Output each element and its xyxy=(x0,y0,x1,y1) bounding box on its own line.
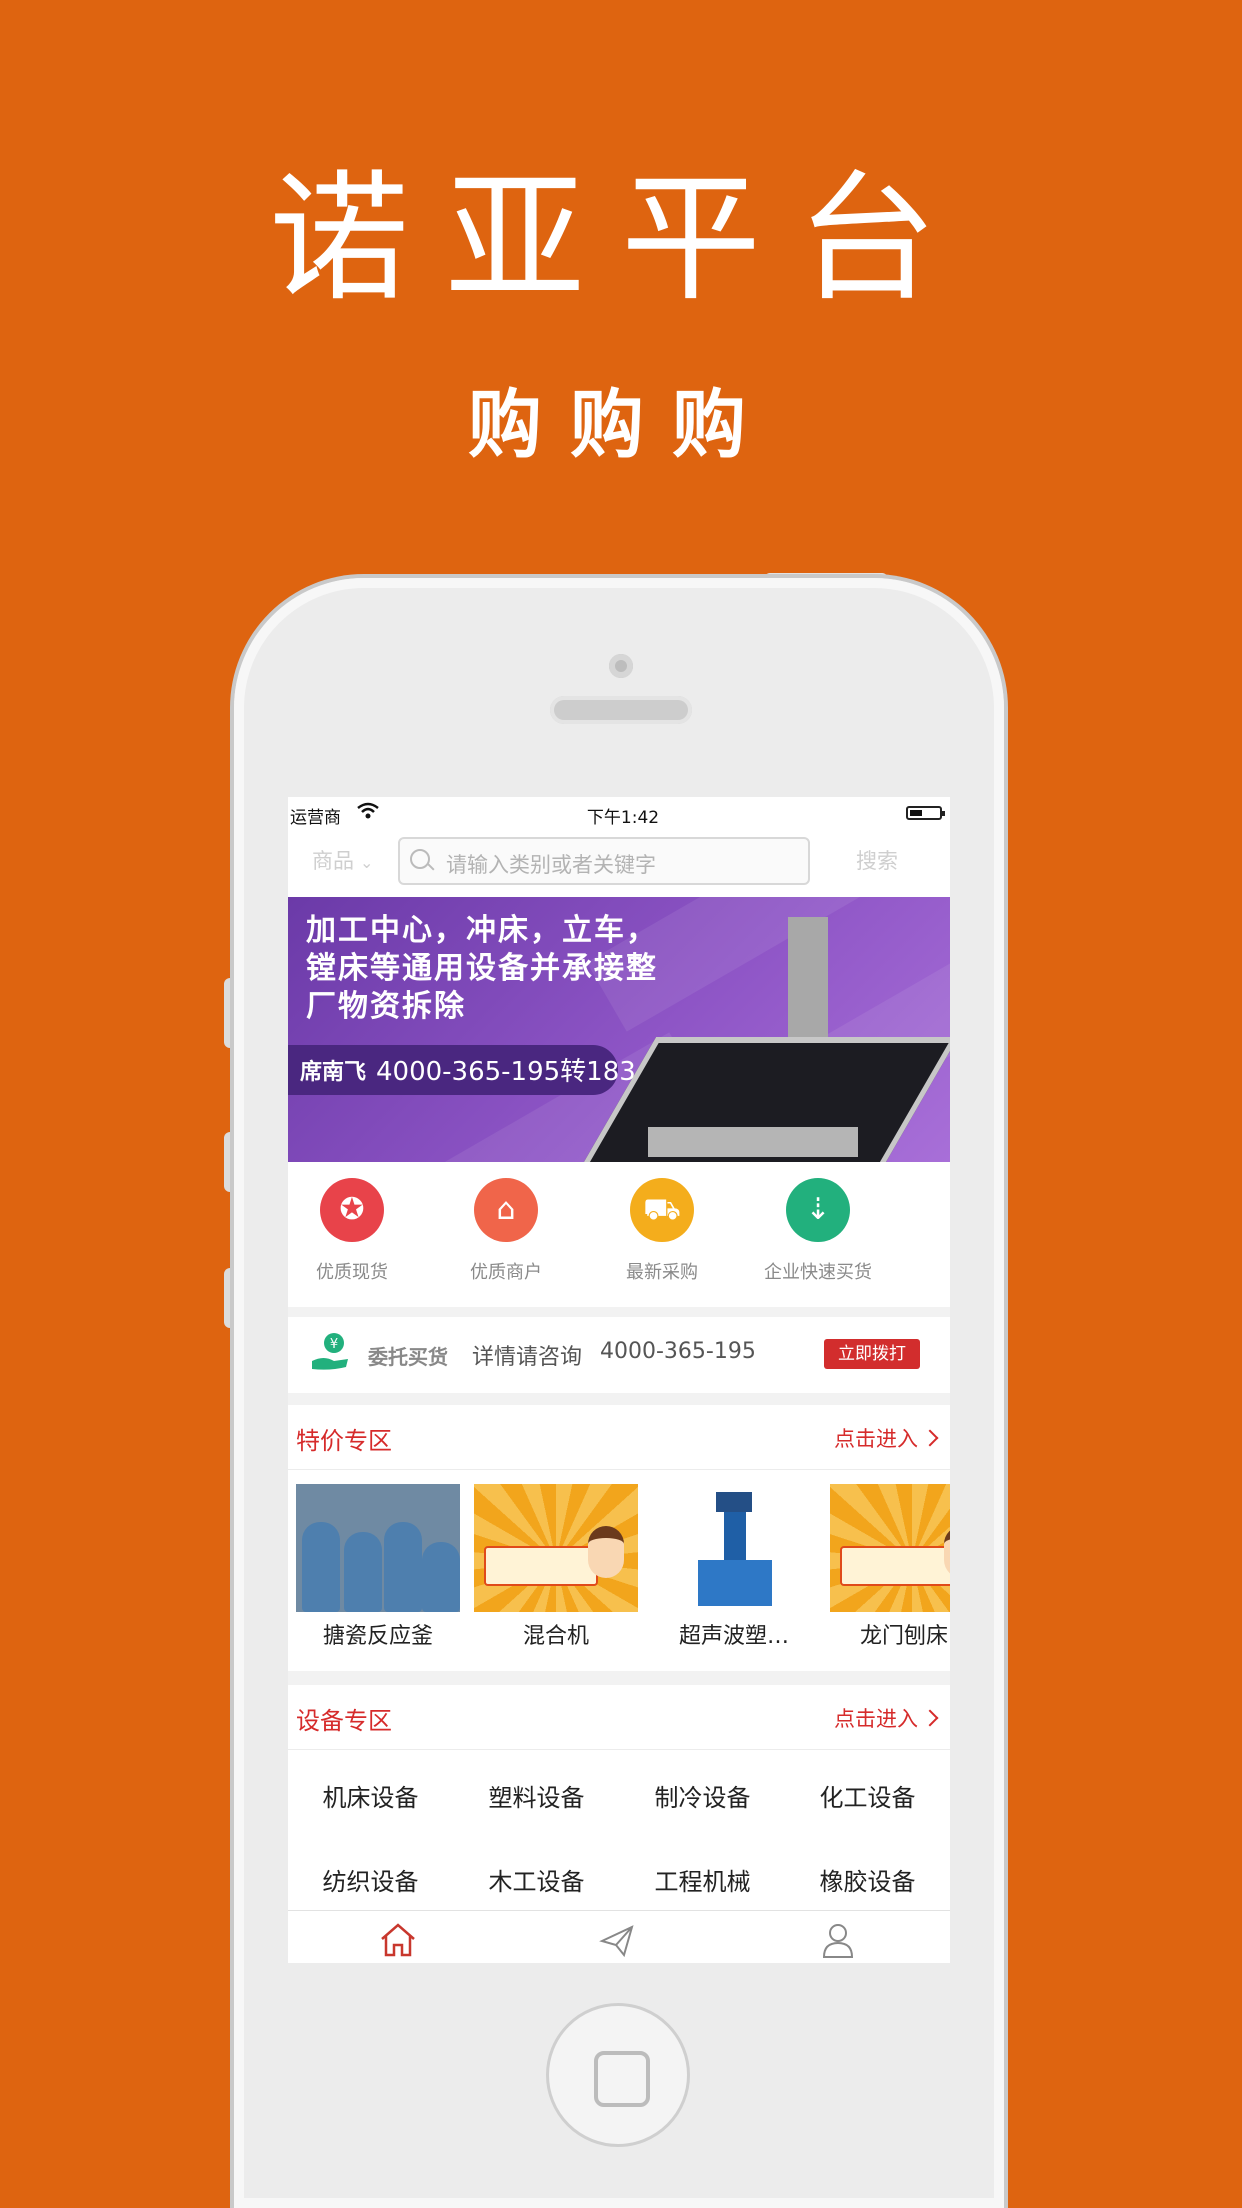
product-card[interactable]: 龙门刨床 xyxy=(830,1484,950,1650)
promo-subtitle: 购购购 xyxy=(468,382,774,468)
send-icon[interactable] xyxy=(588,1919,648,1959)
quick-item-quality-merchant[interactable]: ⌂ 优质商户 xyxy=(436,1178,576,1284)
search-placeholder: 请输入类别或者关键字 xyxy=(446,853,656,877)
category-item[interactable]: 机床设备 xyxy=(288,1778,453,1813)
promo-banner[interactable]: 加工中心，冲床，立车， 镗床等通用设备并承接整 厂物资拆除 席南飞 4000-3… xyxy=(288,897,950,1162)
status-bar: 运营商 下午1:42 xyxy=(288,797,950,829)
quick-item-quality-stock[interactable]: ✪ 优质现货 xyxy=(288,1178,422,1284)
product-name: 混合机 xyxy=(522,1624,589,1649)
banner-contact-label: 席南飞 xyxy=(300,1060,367,1085)
call-now-button[interactable]: 立即拨打 xyxy=(824,1339,920,1369)
equipment-section-title: 设备专区 xyxy=(296,1707,392,1735)
quick-item-enterprise-buy[interactable]: ⇣ 企业快速买货 xyxy=(748,1178,888,1284)
search-category-label: 商品 xyxy=(312,849,354,873)
consult-title: 委托买货 xyxy=(368,1345,448,1369)
category-item[interactable]: 工程机械 xyxy=(620,1862,785,1897)
special-section: 特价专区 点击进入 搪瓷反应釜 混合机 超声波塑… 龙门刨床 xyxy=(288,1405,950,1671)
search-button[interactable]: 搜索 xyxy=(856,845,898,875)
special-section-title: 特价专区 xyxy=(296,1427,392,1455)
chevron-right-icon xyxy=(921,1709,939,1727)
category-item[interactable]: 制冷设备 xyxy=(620,1778,785,1813)
consult-text: 详情请咨询 xyxy=(472,1345,583,1370)
chevron-down-icon: ⌄ xyxy=(360,853,374,872)
phone-speaker xyxy=(550,696,692,724)
banner-line-3: 厂物资拆除 xyxy=(306,989,466,1024)
category-item[interactable]: 木工设备 xyxy=(454,1862,619,1897)
quick-item-latest-purchase[interactable]: ⛟ 最新采购 xyxy=(592,1178,732,1284)
phone-home-button xyxy=(546,2003,690,2147)
cart-icon: ⛟ xyxy=(643,1192,681,1227)
user-icon[interactable] xyxy=(808,1919,868,1959)
svg-text:¥: ¥ xyxy=(330,1337,338,1352)
promo-title: 诺亚平台 xyxy=(268,158,973,321)
category-item[interactable]: 橡胶设备 xyxy=(785,1862,950,1897)
search-input[interactable]: 请输入类别或者关键字 xyxy=(398,837,810,885)
equipment-section-more-link[interactable]: 点击进入 xyxy=(834,1703,939,1733)
product-image xyxy=(296,1484,460,1612)
category-item[interactable]: 化工设备 xyxy=(785,1778,950,1813)
money-hand-icon: ¥ xyxy=(312,1333,348,1370)
search-bar: 商品 ⌄ 请输入类别或者关键字 搜索 xyxy=(288,829,950,897)
search-category-dropdown[interactable]: 商品 ⌄ xyxy=(312,845,373,875)
category-item[interactable]: 纺织设备 xyxy=(288,1862,453,1897)
banner-contact-phone: 4000-365-195转183 xyxy=(376,1057,636,1087)
special-section-more-link[interactable]: 点击进入 xyxy=(834,1423,939,1453)
equipment-section: 设备专区 点击进入 机床设备 塑料设备 制冷设备 化工设备 纺织设备 木工设备 … xyxy=(288,1685,950,1910)
product-name: 超声波塑… xyxy=(678,1624,789,1649)
category-item[interactable]: 塑料设备 xyxy=(454,1778,619,1813)
shop-icon: ⌂ xyxy=(496,1192,516,1227)
basket-icon: ⇣ xyxy=(805,1192,831,1227)
battery-icon xyxy=(906,806,945,820)
product-image xyxy=(830,1484,950,1612)
product-image xyxy=(652,1484,816,1612)
tab-bar xyxy=(288,1910,950,1963)
consult-phone: 4000-365-195 xyxy=(600,1339,756,1364)
product-name: 龙门刨床 xyxy=(860,1624,949,1649)
status-time: 下午1:42 xyxy=(586,808,660,828)
medal-icon: ✪ xyxy=(339,1192,365,1227)
product-image xyxy=(474,1484,638,1612)
product-name: 搪瓷反应釜 xyxy=(322,1624,433,1649)
product-card[interactable]: 超声波塑… xyxy=(652,1484,816,1650)
cnc-machine-image xyxy=(788,917,828,1037)
search-icon xyxy=(410,849,430,869)
product-card[interactable]: 搪瓷反应釜 xyxy=(296,1484,460,1650)
phone-camera xyxy=(609,654,633,678)
home-icon[interactable] xyxy=(368,1919,428,1959)
wifi-icon xyxy=(357,802,379,819)
quick-icons-row: ✪ 优质现货 ⌂ 优质商户 ⛟ 最新采购 ⇣ 企业快速买货 xyxy=(288,1162,950,1307)
app-screen: 运营商 下午1:42 商品 ⌄ 请输入类别或者关键字 搜索 加工中心，冲床，立车，… xyxy=(288,797,950,1963)
consult-bar: ¥ 委托买货 详情请咨询 4000-365-195 立即拨打 xyxy=(288,1317,950,1393)
chevron-right-icon xyxy=(921,1429,939,1447)
carrier-label: 运营商 xyxy=(290,808,341,828)
product-card[interactable]: 混合机 xyxy=(474,1484,638,1650)
